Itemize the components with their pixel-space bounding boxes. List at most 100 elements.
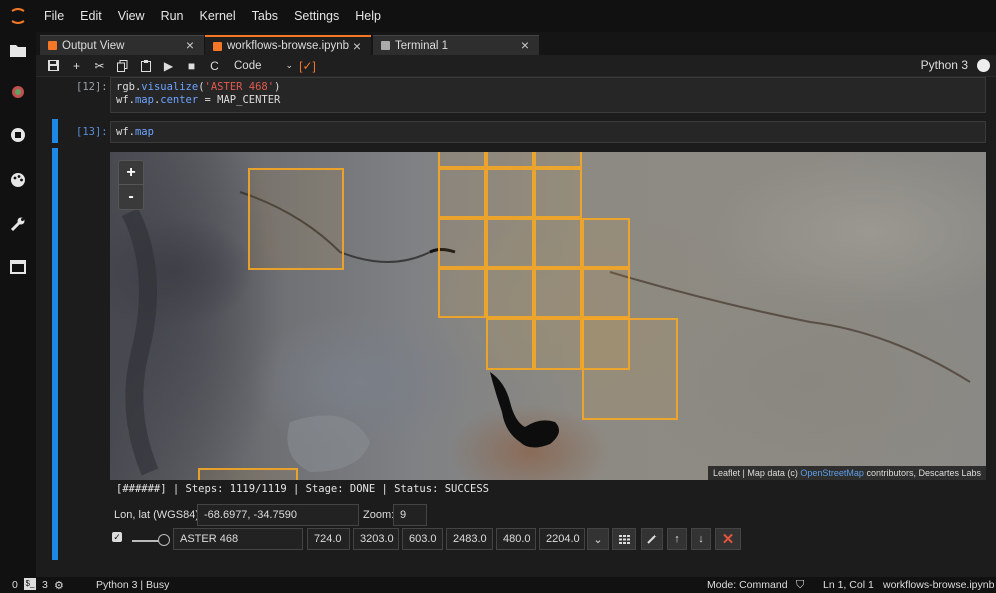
kernel-status-icon xyxy=(977,59,990,72)
footprint-tile xyxy=(534,152,582,168)
menu-file[interactable]: File xyxy=(36,0,72,32)
footprint-tile xyxy=(486,318,534,370)
zoom-out-button[interactable]: - xyxy=(119,185,143,209)
running-sessions-icon[interactable] xyxy=(8,125,28,145)
chevron-down-icon: ⌄ xyxy=(593,533,603,546)
run-icon[interactable]: ▶ xyxy=(157,55,180,77)
menu-help[interactable]: Help xyxy=(347,0,389,32)
zoom-field[interactable]: 9 xyxy=(393,504,427,526)
chevron-down-icon: ⌄ xyxy=(285,60,294,70)
kernel-status[interactable]: Python 3 | Busy xyxy=(96,579,169,591)
zoom-label: Zoom: xyxy=(363,509,395,521)
scale-min-g-field[interactable]: 603.0 xyxy=(402,528,443,550)
cell-collapser[interactable] xyxy=(52,119,58,143)
openstreetmap-link[interactable]: OpenStreetMap xyxy=(800,468,864,478)
coords-field[interactable]: -68.6977, -34.7590 xyxy=(197,504,359,526)
code-token: visualize xyxy=(141,81,199,93)
layer-name-field[interactable]: ASTER 468 xyxy=(173,528,303,550)
cursor-position[interactable]: Ln 1, Col 1 xyxy=(823,579,874,591)
footprint-tile xyxy=(438,152,486,168)
footprint-tile xyxy=(198,468,298,480)
save-icon[interactable] xyxy=(42,55,65,77)
menu-kernel[interactable]: Kernel xyxy=(192,0,244,32)
autoscale-wand-icon[interactable] xyxy=(641,528,663,550)
stop-icon[interactable]: ■ xyxy=(180,55,203,77)
add-cell-icon[interactable]: + xyxy=(65,55,88,77)
code-token: map xyxy=(134,126,154,138)
menu-tabs[interactable]: Tabs xyxy=(244,0,286,32)
opacity-slider-handle[interactable] xyxy=(158,534,170,546)
code-token: map xyxy=(134,94,154,106)
git-diff-icon[interactable]: [✓] xyxy=(296,55,319,77)
tab-label: Output View xyxy=(62,39,125,52)
layer-visibility-checkbox[interactable]: ✓ xyxy=(112,532,122,542)
code-token: ) xyxy=(274,81,281,93)
code-token: = MAP_CENTER xyxy=(198,94,281,106)
main-panel: Output View × workflows-browse.ipynb × T… xyxy=(36,32,996,577)
scale-max-r-field[interactable]: 3203.0 xyxy=(353,528,399,550)
wrench-icon[interactable] xyxy=(8,214,28,234)
close-icon[interactable]: × xyxy=(353,38,361,54)
terminal-count[interactable]: 0 xyxy=(12,579,18,591)
output-collapser[interactable] xyxy=(52,148,58,560)
footprint-tile xyxy=(582,318,678,420)
notebook-icon xyxy=(213,41,222,51)
footprint-tile xyxy=(486,168,534,218)
cell-type-value: Code xyxy=(234,59,262,72)
footprint-tile xyxy=(534,318,582,370)
remove-layer-icon[interactable]: ✕ xyxy=(715,528,741,550)
code-cell-12[interactable]: rgb.visualize('ASTER 468') wf.map.center… xyxy=(110,77,986,113)
paste-icon[interactable] xyxy=(134,55,157,77)
footprint-tile xyxy=(534,268,582,318)
zoom-control: + - xyxy=(118,160,144,210)
footprint-tile xyxy=(534,218,582,268)
move-layer-up-icon[interactable]: ↑ xyxy=(667,528,687,550)
map-widget[interactable]: + - Leaflet | Map data (c) OpenStreetMap… xyxy=(110,152,986,480)
status-bar: 0 $_ 3 ⚙ Python 3 | Busy Mode: Command ⛉… xyxy=(0,577,996,593)
restart-icon[interactable]: C xyxy=(203,55,226,77)
kernel-count[interactable]: 3 xyxy=(42,579,48,591)
code-token: wf. xyxy=(116,94,135,106)
jupyter-logo-icon xyxy=(0,0,36,32)
footprint-tile xyxy=(438,168,486,218)
menu-edit[interactable]: Edit xyxy=(72,0,110,32)
scale-max-b-field[interactable]: 2204.0 xyxy=(539,528,585,550)
code-token: wf. xyxy=(116,126,135,138)
scale-max-g-field[interactable]: 2483.0 xyxy=(446,528,493,550)
footprint-tile xyxy=(248,168,344,270)
move-layer-down-icon[interactable]: ↓ xyxy=(691,528,711,550)
terminal-icon xyxy=(381,41,390,50)
colormap-dropdown[interactable]: ⌄ xyxy=(587,528,609,550)
map-attribution: Leaflet | Map data (c) OpenStreetMap con… xyxy=(708,466,986,480)
tab-workflows-browse[interactable]: workflows-browse.ipynb × xyxy=(205,35,371,55)
kernel-name[interactable]: Python 3 xyxy=(921,58,968,72)
zoom-in-button[interactable]: + xyxy=(119,161,143,185)
scale-min-r-field[interactable]: 724.0 xyxy=(307,528,350,550)
menu-settings[interactable]: Settings xyxy=(286,0,347,32)
close-icon[interactable]: × xyxy=(186,37,194,53)
palette-icon[interactable] xyxy=(8,170,28,190)
footprint-tile xyxy=(486,218,534,268)
close-icon[interactable]: × xyxy=(521,37,529,53)
menu-view[interactable]: View xyxy=(110,0,153,32)
notebook-icon xyxy=(48,41,57,50)
tab-terminal[interactable]: Terminal 1 × xyxy=(373,35,539,55)
scale-min-b-field[interactable]: 480.0 xyxy=(496,528,536,550)
footprint-tile xyxy=(486,268,534,318)
copy-icon[interactable] xyxy=(111,55,134,77)
table-icon[interactable] xyxy=(612,528,636,550)
cut-icon[interactable]: ✂ xyxy=(88,55,111,77)
extension-icon[interactable] xyxy=(8,82,28,102)
footprint-tile xyxy=(582,218,630,268)
shield-icon[interactable]: ⛉ xyxy=(796,579,804,592)
cell-type-select[interactable]: Code ⌄ xyxy=(226,60,296,72)
code-cell-13[interactable]: wf.map xyxy=(110,121,986,143)
menu-run[interactable]: Run xyxy=(153,0,192,32)
cell-prompt: [13]: xyxy=(76,126,108,138)
folder-icon[interactable] xyxy=(8,40,28,60)
tabs-icon[interactable] xyxy=(8,257,28,277)
tab-output-view[interactable]: Output View × xyxy=(40,35,204,55)
footprint-tile xyxy=(438,268,486,318)
attribution-text: contributors, Descartes Labs xyxy=(863,468,981,478)
coords-label: Lon, lat (WGS84): xyxy=(114,509,203,521)
